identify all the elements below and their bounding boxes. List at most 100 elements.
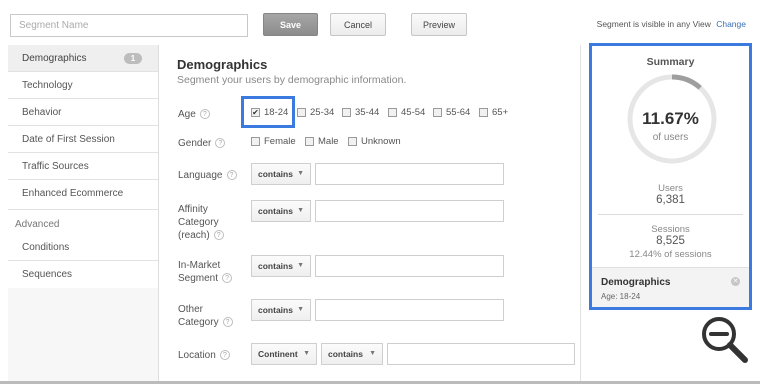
location-label: Location? <box>178 349 230 362</box>
change-link[interactable]: Change <box>716 19 746 29</box>
users-value: 6,381 <box>656 194 685 206</box>
preview-button[interactable]: Preview <box>411 13 467 36</box>
condition-card-title: Demographics <box>601 277 671 288</box>
language-value-input[interactable] <box>315 163 504 185</box>
segment-name-input[interactable] <box>10 14 248 37</box>
other-operator-select[interactable]: contains ▼ <box>251 299 311 321</box>
cancel-button[interactable]: Cancel <box>330 13 386 36</box>
gender-option-male[interactable]: Male <box>305 136 339 147</box>
visibility-info: Segment is visible in any View Change <box>597 19 746 29</box>
checkbox-icon[interactable] <box>305 137 314 146</box>
age-option-65-plus[interactable]: 65+ <box>479 107 508 118</box>
nav-item-label: Demographics <box>22 53 87 64</box>
nav-item-demographics[interactable]: Demographics 1 <box>8 45 158 72</box>
sessions-percent: 12.44% of sessions <box>629 249 712 260</box>
nav-item-label: Traffic Sources <box>22 161 89 172</box>
question-icon[interactable]: ? <box>215 138 226 149</box>
segment-toolbar: Save Cancel Preview Segment is visible i… <box>0 0 760 44</box>
select-value: contains <box>258 305 293 315</box>
checkbox-icon[interactable] <box>342 108 351 117</box>
select-value: contains <box>328 349 363 359</box>
question-icon[interactable]: ? <box>199 109 210 120</box>
select-value: contains <box>258 169 293 179</box>
nav-item-label: Technology <box>22 80 73 91</box>
checkbox-icon[interactable] <box>297 108 306 117</box>
summary-condition-card: Demographics Age: 18-24 ✕ <box>592 267 749 307</box>
checkbox-icon[interactable] <box>251 137 260 146</box>
checkbox-icon[interactable] <box>348 137 357 146</box>
age-option-35-44[interactable]: 35-44 <box>342 107 379 118</box>
visibility-text: Segment is visible in any View <box>596 19 711 29</box>
nav-item-sequences[interactable]: Sequences <box>8 261 158 288</box>
other-category-label: Other Category? <box>178 303 233 329</box>
segment-summary-panel: Summary 11.67% of users Users 6,381 Sess… <box>589 43 752 310</box>
affinity-operator-select[interactable]: contains ▼ <box>251 200 311 222</box>
inmarket-value-input[interactable] <box>315 255 504 277</box>
checkbox-icon[interactable] <box>388 108 397 117</box>
inmarket-operator-select[interactable]: contains ▼ <box>251 255 311 277</box>
nav-item-conditions[interactable]: Conditions <box>8 234 158 261</box>
gender-option-female[interactable]: Female <box>251 136 296 147</box>
inmarket-label: In-Market Segment? <box>178 259 233 285</box>
question-icon[interactable]: ? <box>213 230 224 241</box>
inmarket-label-line: In-Market <box>178 260 221 271</box>
gender-option-label: Male <box>318 136 339 147</box>
nav-item-label: Date of First Session <box>22 134 115 145</box>
caret-down-icon: ▼ <box>297 207 304 214</box>
users-label: Users <box>658 183 683 194</box>
question-icon[interactable]: ? <box>222 317 233 328</box>
affinity-value-input[interactable] <box>315 200 504 222</box>
segment-category-nav: Demographics 1 Technology Behavior Date … <box>8 45 159 384</box>
other-label-line: Category <box>178 317 219 328</box>
checkbox-icon[interactable] <box>479 108 488 117</box>
age-option-label: 35-44 <box>355 107 380 118</box>
sessions-value: 8,525 <box>656 235 685 247</box>
age-option-25-34[interactable]: 25-34 <box>297 107 334 118</box>
nav-item-traffic-sources[interactable]: Traffic Sources <box>8 153 158 180</box>
gender-option-label: Female <box>264 136 296 147</box>
location-dimension-select[interactable]: Continent ▼ <box>251 343 317 365</box>
caret-down-icon: ▼ <box>369 350 376 357</box>
save-button[interactable]: Save <box>263 13 318 36</box>
nav-item-label: Conditions <box>22 242 70 253</box>
age-label: Age? <box>178 108 210 121</box>
question-icon[interactable]: ? <box>222 273 233 284</box>
condition-count-badge: 1 <box>124 53 142 64</box>
nav-item-enhanced-ecommerce[interactable]: Enhanced Ecommerce <box>8 180 158 210</box>
caret-down-icon: ▼ <box>303 350 310 357</box>
age-label-text: Age <box>178 109 196 120</box>
question-icon[interactable]: ? <box>226 170 237 181</box>
checkbox-checked-icon[interactable]: ✔ <box>251 108 260 117</box>
inmarket-label-line: Segment <box>178 273 219 284</box>
location-operator-select[interactable]: contains ▼ <box>321 343 383 365</box>
age-option-label: 18-24 <box>264 107 289 118</box>
condition-card-detail: Age: 18-24 <box>601 292 641 301</box>
other-label-line: Other <box>178 304 204 315</box>
age-option-55-64[interactable]: 55-64 <box>433 107 470 118</box>
language-label-text: Language <box>178 170 223 181</box>
select-value: contains <box>258 206 293 216</box>
close-icon[interactable]: ✕ <box>731 277 740 286</box>
select-value: Continent <box>258 349 298 359</box>
location-value-input[interactable] <box>387 343 575 365</box>
question-icon[interactable]: ? <box>219 350 230 361</box>
other-value-input[interactable] <box>315 299 504 321</box>
nav-item-behavior[interactable]: Behavior <box>8 99 158 126</box>
nav-item-label: Behavior <box>22 107 62 118</box>
nav-item-label: Enhanced Ecommerce <box>22 188 124 199</box>
nav-item-technology[interactable]: Technology <box>8 72 158 99</box>
gender-option-unknown[interactable]: Unknown <box>348 136 401 147</box>
age-option-45-54[interactable]: 45-54 <box>388 107 425 118</box>
nav-item-date-of-first-session[interactable]: Date of First Session <box>8 126 158 153</box>
age-option-18-24[interactable]: ✔ 18-24 <box>251 107 288 118</box>
magnifier-zoom-out-icon[interactable] <box>697 312 753 368</box>
location-label-text: Location <box>178 350 216 361</box>
age-option-label: 25-34 <box>310 107 335 118</box>
language-operator-select[interactable]: contains ▼ <box>251 163 311 185</box>
age-option-label: 45-54 <box>401 107 426 118</box>
caret-down-icon: ▼ <box>297 306 304 313</box>
checkbox-icon[interactable] <box>433 108 442 117</box>
affinity-label-line: Category <box>178 217 219 228</box>
select-value: contains <box>258 261 293 271</box>
nav-item-label: Sequences <box>22 269 73 280</box>
